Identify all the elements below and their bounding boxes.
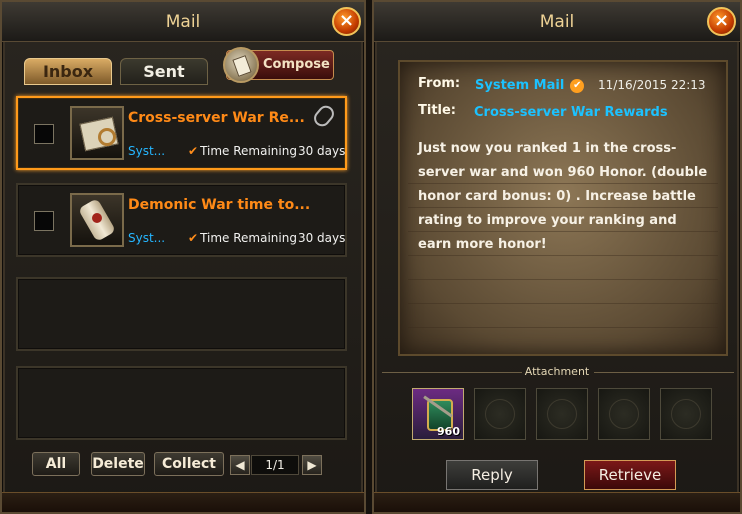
retrieve-button[interactable]: Retrieve	[584, 460, 676, 490]
mail-subject: Cross-server War Re...	[128, 110, 305, 126]
mail-list-panel: Mail × Inbox Sent Compose Cross-server W…	[0, 0, 366, 514]
page-indicator: 1/1	[251, 455, 299, 475]
mail-detail-titlebar: Mail ×	[374, 2, 740, 42]
tab-sent[interactable]: Sent	[120, 58, 208, 85]
mail-list-titlebar: Mail ×	[2, 2, 364, 42]
slot-pattern	[671, 399, 701, 429]
quill-paper-icon	[223, 47, 259, 83]
reply-button[interactable]: Reply	[446, 460, 538, 490]
mail-item-cross-server[interactable]: Cross-server War Re... Syst... ✔ Time Rem…	[16, 96, 347, 170]
mail-time-remaining: ✔ Time Remaining30 days	[188, 231, 346, 245]
slot-pattern	[547, 399, 577, 429]
mail-list-title: Mail	[165, 12, 201, 32]
attachment-slot-empty	[598, 388, 650, 440]
compose-label: Compose	[263, 57, 330, 72]
slot-pattern	[485, 399, 515, 429]
scroll-icon	[70, 193, 124, 247]
select-all-button[interactable]: All	[32, 452, 80, 476]
attachment-quantity: 960	[437, 425, 460, 438]
mail-date: 11/16/2015 22:13	[598, 78, 706, 92]
attachment-label: Attachment	[524, 365, 590, 378]
check-icon: ✔	[188, 144, 199, 158]
paperclip-icon	[310, 102, 338, 130]
attachment-slot-empty	[536, 388, 588, 440]
mail-detail-title: Mail	[539, 12, 575, 32]
mail-checkbox[interactable]	[34, 124, 54, 144]
close-icon[interactable]: ×	[332, 7, 361, 36]
mail-item-empty	[16, 366, 347, 440]
collect-button[interactable]: Collect	[154, 452, 224, 476]
mail-body: Just now you ranked 1 in the cross-serve…	[418, 141, 708, 252]
attachment-slot-honor[interactable]: 960	[412, 388, 464, 440]
mail-subject: Demonic War time to...	[128, 197, 311, 213]
mail-checkbox[interactable]	[34, 211, 54, 231]
mail-sender: Syst...	[128, 231, 166, 245]
mail-sender: Syst...	[128, 144, 166, 158]
prev-page-button[interactable]: ◀	[230, 455, 250, 475]
close-icon[interactable]: ×	[707, 7, 736, 36]
delete-button[interactable]: Delete	[91, 452, 145, 476]
title-label: Title:	[418, 103, 457, 118]
attachment-slot-empty	[474, 388, 526, 440]
compose-button[interactable]: Compose	[223, 47, 334, 83]
from-label: From:	[418, 76, 461, 91]
title-value: Cross-server War Rewards	[474, 105, 668, 120]
mail-item-demonic-war[interactable]: Demonic War time to... Syst... ✔ Time Rem…	[16, 183, 347, 257]
bottom-trim	[2, 492, 364, 512]
mail-time-remaining: ✔ Time Remaining30 days	[188, 144, 346, 158]
mail-detail-panel: Mail × From: System Mail ✔ 11/16/2015 22:…	[372, 0, 742, 514]
map-icon	[70, 106, 124, 160]
mail-item-empty	[16, 277, 347, 351]
slot-pattern	[609, 399, 639, 429]
attachment-slot-empty	[660, 388, 712, 440]
tab-inbox[interactable]: Inbox	[24, 58, 112, 85]
from-value: System Mail ✔	[475, 78, 585, 93]
next-page-button[interactable]: ▶	[302, 455, 322, 475]
verified-icon: ✔	[570, 78, 585, 93]
check-icon: ✔	[188, 231, 199, 245]
bottom-trim	[374, 492, 740, 512]
